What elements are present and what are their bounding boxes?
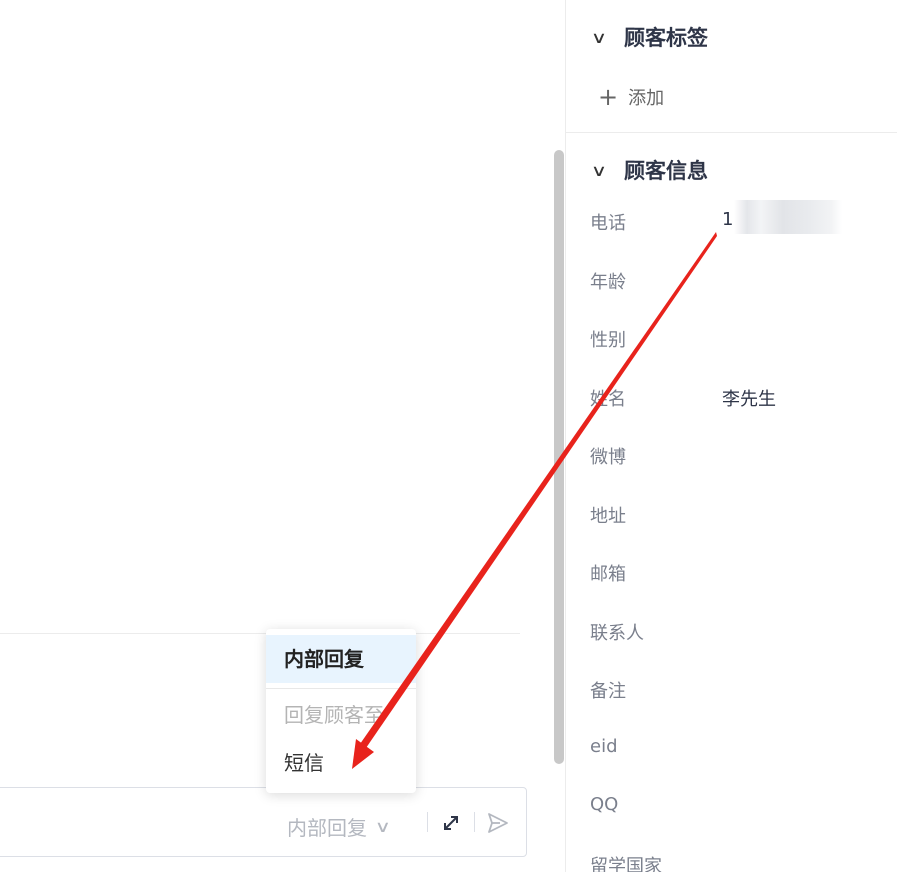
field-value-phone[interactable]: 1 (722, 209, 733, 230)
chevron-down-icon: ∨ (590, 27, 608, 47)
toolbar-divider (474, 812, 475, 832)
reply-mode-select[interactable]: 内部回复 ∨ (287, 812, 392, 841)
expand-icon[interactable] (440, 812, 462, 834)
field-label-gender: 性别 (590, 330, 626, 351)
tags-section-title: 顾客标签 (624, 26, 708, 50)
field-label-qq: QQ (590, 794, 619, 815)
menu-divider (266, 688, 416, 689)
menu-item-reply-customer: 回复顾客至 (284, 703, 384, 727)
reply-mode-label: 内部回复 (287, 816, 367, 840)
menu-item-internal-reply[interactable]: 内部回复 (266, 635, 416, 683)
redacted-phone-blur (734, 200, 842, 234)
add-tag-label: 添加 (628, 88, 665, 109)
send-icon[interactable] (486, 811, 510, 835)
app-root: 内部回复 ∨ 内部回复 回复顾客至 短信 ∨ 顾客标签 + 添加 ∨ 顾客信息 … (0, 0, 897, 872)
field-label-study-country: 留学国家 (590, 856, 662, 872)
info-section-title: 顾客信息 (624, 159, 708, 183)
field-label-remark: 备注 (590, 681, 626, 702)
field-label-address: 地址 (590, 506, 626, 527)
reply-mode-menu: 内部回复 回复顾客至 短信 (266, 629, 416, 793)
chat-scrollbar[interactable] (554, 150, 564, 764)
field-label-weibo: 微博 (590, 447, 626, 468)
tags-section-header[interactable]: ∨ 顾客标签 (590, 22, 708, 52)
menu-item-sms[interactable]: 短信 (266, 741, 416, 785)
plus-icon: + (598, 83, 619, 111)
field-label-eid: eid (590, 736, 618, 757)
toolbar-divider (427, 812, 428, 832)
add-tag-button[interactable]: + 添加 (598, 84, 664, 110)
field-label-contact: 联系人 (590, 623, 644, 644)
field-label-phone: 电话 (590, 213, 626, 234)
chevron-down-icon: ∨ (590, 160, 608, 180)
field-label-age: 年龄 (590, 272, 626, 293)
field-label-email: 邮箱 (590, 564, 626, 585)
chevron-down-icon: ∨ (374, 817, 392, 836)
customer-panel: ∨ 顾客标签 + 添加 ∨ 顾客信息 电话 1 年龄 性别 姓名 李先生 微博 … (565, 0, 897, 872)
info-section-header[interactable]: ∨ 顾客信息 (590, 155, 708, 185)
panel-divider (566, 132, 897, 133)
field-label-name: 姓名 (590, 389, 626, 410)
field-value-name[interactable]: 李先生 (722, 385, 776, 411)
chat-divider (0, 633, 520, 634)
chat-pane: 内部回复 ∨ 内部回复 回复顾客至 短信 (0, 0, 565, 872)
